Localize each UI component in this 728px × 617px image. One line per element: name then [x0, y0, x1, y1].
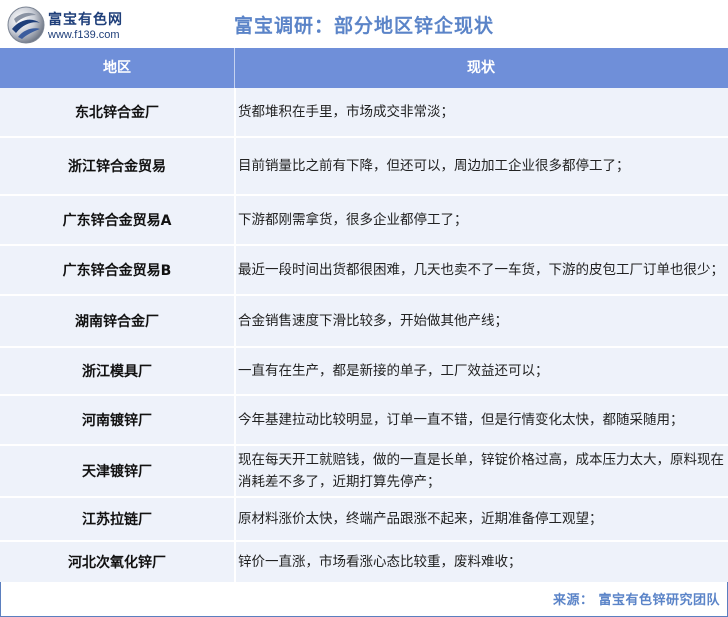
table-header: 地区 现状: [0, 48, 728, 88]
column-header-region: 地区: [103, 60, 131, 76]
cell-region: 天津镀锌厂: [82, 464, 152, 480]
cell-region: 浙江锌合金贸易: [68, 159, 166, 175]
table-row: 河南镀锌厂 今年基建拉动比较明显，订单一直不错，但是行情变化太快，都随采随用；: [0, 396, 728, 444]
column-separator: [234, 88, 236, 582]
cell-status: 原材料涨价太快，终端产品跟涨不起来，近期准备停工观望；: [238, 511, 603, 527]
cell-region: 江苏拉链厂: [82, 512, 152, 528]
cell-status: 现在每天开工就赔钱，做的一直是长单，锌锭价格过高，成本压力太大，原料现在消耗差不…: [238, 452, 724, 490]
cell-region: 广东锌合金贸易A: [62, 213, 172, 229]
cell-status: 最近一段时间出货都很困难，几天也卖不了一车货，下游的皮包工厂订单也很少；: [238, 262, 724, 278]
header: 富宝有色网 www.f139.com 富宝调研：部分地区锌企现状: [0, 0, 728, 48]
table-row: 江苏拉链厂 原材料涨价太快，终端产品跟涨不起来，近期准备停工观望；: [0, 498, 728, 540]
table-row: 浙江模具厂 一直有在生产，都是新接的单子，工厂效益还可以；: [0, 348, 728, 394]
cell-region: 广东锌合金贸易B: [62, 263, 172, 279]
table-row: 广东锌合金贸易A 下游都刚需拿货，很多企业都停工了；: [0, 196, 728, 244]
column-header-status: 现状: [467, 60, 495, 76]
table-row: 河北次氧化锌厂 锌价一直涨，市场看涨心态比较重，废料难收；: [0, 542, 728, 582]
cell-status: 下游都刚需拿货，很多企业都停工了；: [238, 212, 468, 228]
table-row: 浙江锌合金贸易 目前销量比之前有下降，但还可以，周边加工企业很多都停工了；: [0, 138, 728, 194]
cell-status: 货都堆积在手里，市场成交非常淡；: [238, 104, 454, 120]
cell-status: 今年基建拉动比较明显，订单一直不错，但是行情变化太快，都随采随用；: [238, 412, 684, 428]
cell-region: 东北锌合金厂: [75, 105, 159, 121]
source-note: 来源： 富宝有色锌研究团队: [552, 593, 720, 608]
table-row: 广东锌合金贸易B 最近一段时间出货都很困难，几天也卖不了一车货，下游的皮包工厂订…: [0, 246, 728, 294]
cell-status: 锌价一直涨，市场看涨心态比较重，废料难收；: [238, 554, 522, 570]
page-title: 富宝调研：部分地区锌企现状: [233, 15, 494, 37]
cell-region: 河北次氧化锌厂: [68, 555, 166, 571]
cell-region: 湖南锌合金厂: [75, 314, 159, 330]
cell-region: 浙江模具厂: [82, 364, 152, 380]
cell-status: 合金销售速度下滑比较多，开始做其他产线；: [238, 313, 508, 329]
cell-region: 河南镀锌厂: [82, 413, 152, 429]
table-row: 东北锌合金厂 货都堆积在手里，市场成交非常淡；: [0, 88, 728, 136]
table-row: 湖南锌合金厂 合金销售速度下滑比较多，开始做其他产线；: [0, 296, 728, 346]
table-row: 天津镀锌厂 现在每天开工就赔钱，做的一直是长单，锌锭价格过高，成本压力太大，原料…: [0, 446, 728, 496]
cell-status: 一直有在生产，都是新接的单子，工厂效益还可以；: [238, 363, 549, 379]
cell-status: 目前销量比之前有下降，但还可以，周边加工企业很多都停工了；: [238, 158, 630, 174]
